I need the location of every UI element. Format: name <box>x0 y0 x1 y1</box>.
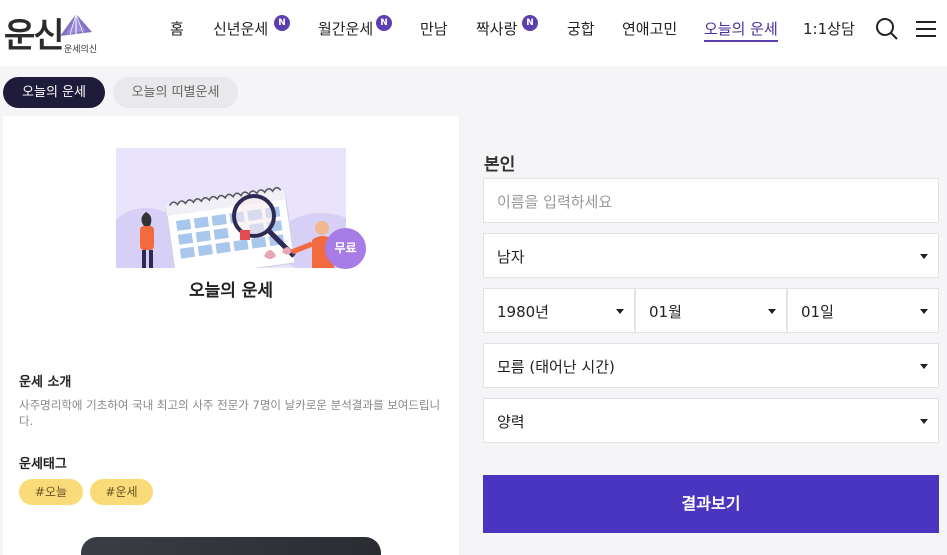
tag-chip[interactable]: #운세 <box>90 479 153 505</box>
fan-icon <box>60 12 92 36</box>
nav-today-fortune[interactable]: 오늘의 운세 <box>704 18 778 42</box>
gender-select[interactable]: 남자 <box>483 233 939 278</box>
day-value: 01일 <box>801 303 834 321</box>
birth-time-select[interactable]: 모름 (태어난 시간) <box>483 343 939 388</box>
caret-down-icon <box>920 364 928 369</box>
form-title: 본인 <box>484 155 516 175</box>
view-result-button[interactable]: 결과보기 <box>483 475 939 533</box>
search-icon[interactable] <box>875 17 899 41</box>
tags-heading: 운세태그 <box>19 457 67 472</box>
logo-text: 운신 <box>4 16 65 56</box>
year-value: 1980년 <box>497 303 549 321</box>
new-badge: N <box>376 15 392 31</box>
month-value: 01월 <box>649 303 682 321</box>
tag-chip[interactable]: #오늘 <box>19 479 83 505</box>
caret-down-icon <box>920 419 928 424</box>
gender-value: 남자 <box>497 248 525 266</box>
nav-home[interactable]: 홈 <box>170 18 184 39</box>
site-header: 운신 운세의신 홈 신년운세 N 월간운세 N 만남 짝사랑 N 궁합 연애고민… <box>0 0 947 66</box>
year-select[interactable]: 1980년 <box>483 288 635 333</box>
caret-down-icon <box>920 254 928 259</box>
nav-consultation[interactable]: 1:1상담 <box>803 18 855 39</box>
intro-heading: 운세 소개 <box>19 375 72 390</box>
calendar-type-value: 양력 <box>497 413 525 431</box>
day-select[interactable]: 01일 <box>787 288 939 333</box>
caret-down-icon <box>920 309 928 314</box>
nav-monthly-fortune[interactable]: 월간운세 <box>318 18 373 39</box>
caret-down-icon <box>616 309 624 314</box>
site-logo[interactable]: 운신 운세의신 <box>4 6 100 58</box>
intro-text: 사주명리학에 기초하여 국내 최고의 사주 전문가 7명이 날카로운 분석결과를… <box>19 398 441 428</box>
caret-down-icon <box>768 309 776 314</box>
nav-meeting[interactable]: 만남 <box>420 18 448 39</box>
logo-subtext: 운세의신 <box>64 45 98 55</box>
name-input[interactable]: 이름을 입력하세요 <box>483 178 939 223</box>
card-title: 오늘의 운세 <box>188 281 274 301</box>
month-select[interactable]: 01월 <box>635 288 787 333</box>
fortune-info-card: 무료 오늘의 운세 운세 소개 사주명리학에 기초하여 국내 최고의 사주 전문… <box>3 116 459 555</box>
tab-zodiac-fortune[interactable]: 오늘의 띠별운세 <box>113 77 238 108</box>
name-placeholder: 이름을 입력하세요 <box>497 193 613 211</box>
nav-crush[interactable]: 짝사랑 <box>476 18 517 39</box>
nav-new-year-fortune[interactable]: 신년운세 <box>213 18 268 39</box>
new-badge: N <box>274 15 290 31</box>
calendar-illustration <box>116 148 346 268</box>
tab-today-fortune[interactable]: 오늘의 운세 <box>3 77 105 108</box>
menu-icon[interactable] <box>914 17 938 41</box>
calendar-type-select[interactable]: 양력 <box>483 398 939 443</box>
new-badge: N <box>522 15 538 31</box>
nav-compatibility[interactable]: 궁합 <box>567 18 595 39</box>
free-badge: 무료 <box>325 228 366 269</box>
dark-banner <box>81 537 381 555</box>
nav-love-concerns[interactable]: 연애고민 <box>622 18 677 39</box>
birth-time-value: 모름 (태어난 시간) <box>497 358 615 376</box>
